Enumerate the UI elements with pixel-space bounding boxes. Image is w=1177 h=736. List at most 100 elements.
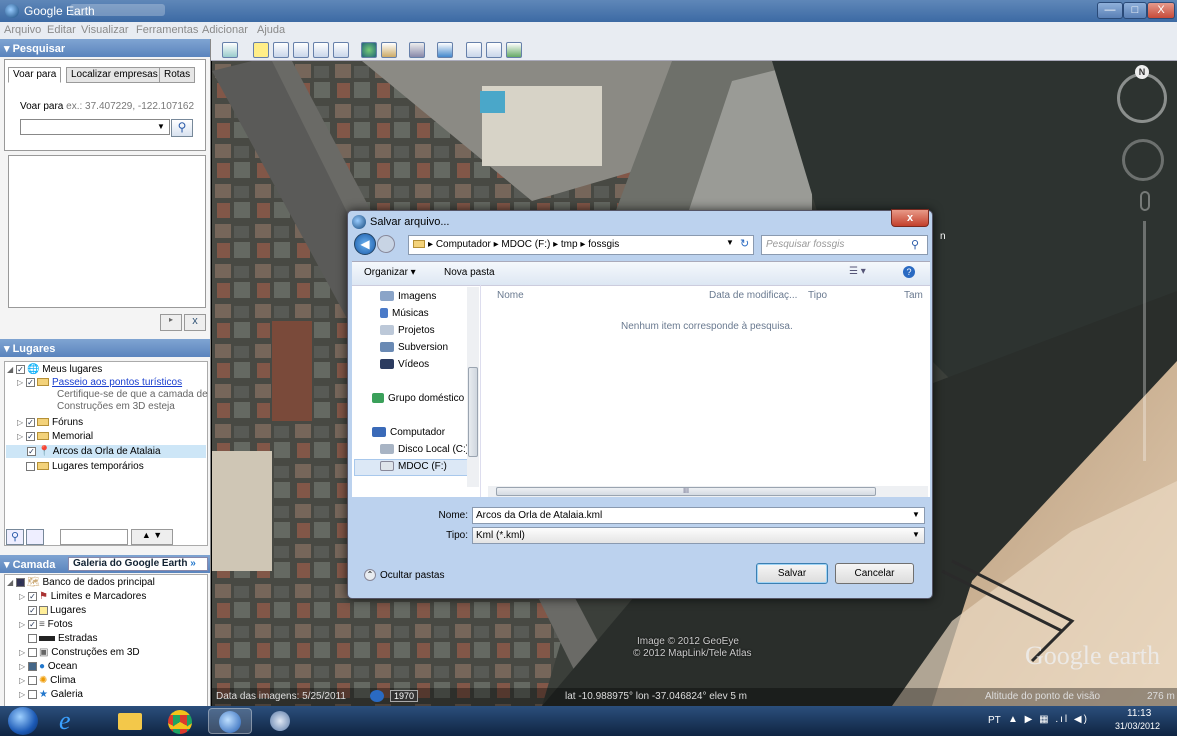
list-item[interactable]: Estradas: [19, 633, 97, 644]
chevron-down-icon[interactable]: ▼: [912, 510, 920, 519]
ie-icon[interactable]: e: [48, 706, 92, 735]
sidebar-toggle-icon[interactable]: [222, 42, 238, 58]
list-item[interactable]: ✓ Lugares: [19, 605, 86, 616]
nav-item[interactable]: Grupo doméstico: [372, 393, 464, 404]
close-button[interactable]: X: [1147, 2, 1175, 19]
zoom-slider[interactable]: [1143, 221, 1146, 461]
tab-localizar-empresas[interactable]: Localizar empresas: [66, 67, 163, 83]
filetype-select[interactable]: Kml (*.kml): [472, 527, 925, 544]
menu-arquivo[interactable]: Arquivo: [4, 24, 41, 36]
places-view-icon[interactable]: [26, 529, 44, 545]
maps-icon[interactable]: [506, 42, 522, 58]
placemark-icon[interactable]: [253, 42, 269, 58]
menu-editar[interactable]: Editar: [47, 24, 76, 36]
compass-ring-icon[interactable]: [1117, 73, 1167, 123]
clock-time[interactable]: 11:13: [1127, 708, 1151, 719]
google-earth-taskbar-icon[interactable]: [208, 708, 252, 734]
nav-item-selected[interactable]: MDOC (F:): [380, 461, 447, 472]
help-icon[interactable]: ?: [903, 266, 915, 278]
organize-button[interactable]: Organizar ▾: [364, 267, 416, 278]
tour-icon[interactable]: [333, 42, 349, 58]
places-header[interactable]: ▾ Lugares: [0, 339, 210, 357]
app-icon[interactable]: [258, 708, 302, 734]
col-type[interactable]: Tipo: [808, 290, 827, 301]
clock-date[interactable]: 31/03/2012: [1115, 721, 1160, 731]
menu-ajuda[interactable]: Ajuda: [257, 24, 285, 36]
back-arrow-icon[interactable]: ◀: [354, 233, 376, 255]
street-view-icon[interactable]: [1140, 191, 1150, 211]
polygon-icon[interactable]: [273, 42, 289, 58]
start-button[interactable]: [8, 707, 38, 735]
nav-item[interactable]: Disco Local (C:): [380, 444, 469, 455]
system-tray[interactable]: ▲ ▶ ▦ .ıl ◀): [1008, 714, 1089, 725]
nav-item[interactable]: Computador: [372, 427, 445, 438]
nav-item[interactable]: Subversion: [380, 342, 448, 353]
cancel-button[interactable]: Cancelar: [835, 563, 914, 584]
col-date[interactable]: Data de modificaç...: [709, 290, 797, 301]
fly-to-input[interactable]: [20, 119, 170, 135]
search-header[interactable]: ▾ Pesquisar: [0, 39, 210, 57]
list-item[interactable]: ▷ ✓ ⚑ Limites e Marcadores: [19, 591, 146, 602]
search-icon[interactable]: ⚲: [911, 238, 919, 251]
tab-rotas[interactable]: Rotas: [159, 67, 196, 83]
col-name[interactable]: Nome: [497, 290, 524, 301]
panel-toggle-icon[interactable]: ▸: [160, 314, 182, 331]
breadcrumb[interactable]: ▸ Computador ▸ MDOC (F:) ▸ tmp ▸ fossgis: [408, 235, 754, 255]
overlay-icon[interactable]: [313, 42, 329, 58]
explorer-icon[interactable]: [108, 708, 152, 734]
look-joystick-icon[interactable]: [1122, 139, 1164, 181]
gallery-button[interactable]: Galeria do Google Earth »: [68, 557, 208, 571]
ruler-icon[interactable]: [437, 42, 453, 58]
places-filter-input[interactable]: [60, 529, 128, 545]
dialog-close-button[interactable]: x: [891, 209, 929, 227]
language-indicator[interactable]: PT: [988, 715, 1001, 726]
chrome-icon[interactable]: [158, 708, 202, 734]
forward-arrow-icon[interactable]: [377, 235, 395, 253]
list-item[interactable]: ▷ ● Ocean: [19, 661, 77, 672]
historical-imagery-icon[interactable]: [361, 42, 377, 58]
refresh-icon[interactable]: ↻: [740, 237, 749, 250]
list-item-selected[interactable]: ✓ 📍 Arcos da Orla de Atalaia: [27, 446, 161, 457]
nav-item[interactable]: Vídeos: [380, 359, 429, 370]
magnifier-icon[interactable]: ⚲: [171, 119, 193, 137]
maximize-button[interactable]: □: [1123, 2, 1147, 19]
list-item[interactable]: ▷ ★ Galeria: [19, 689, 83, 700]
list-item[interactable]: ◢ ✓ 🌐 Meus lugares: [7, 364, 102, 375]
chevron-down-icon[interactable]: ▼: [912, 530, 920, 539]
save-button[interactable]: Salvar: [756, 563, 828, 584]
minimize-button[interactable]: —: [1097, 2, 1123, 19]
x-icon[interactable]: x: [184, 314, 206, 331]
chevron-up-icon[interactable]: ⌃: [364, 569, 376, 581]
hscroll[interactable]: III: [488, 486, 928, 497]
nav-scrollbar[interactable]: [467, 287, 479, 487]
north-icon[interactable]: N: [1135, 65, 1149, 79]
email-icon[interactable]: [466, 42, 482, 58]
menu-visualizar[interactable]: Visualizar: [81, 24, 129, 36]
menu-ferramentas[interactable]: Ferramentas: [136, 24, 198, 36]
history-clock-icon[interactable]: [370, 690, 384, 702]
list-item[interactable]: ▷ ✓ Passeio aos pontos turísticos: [17, 377, 182, 388]
menu-adicionar[interactable]: Adicionar: [202, 24, 248, 36]
planet-icon[interactable]: [409, 42, 425, 58]
list-item[interactable]: ◢ ▪ 🗺 Banco de dados principal: [7, 577, 155, 588]
list-item[interactable]: ▷ ✓ Fóruns: [17, 417, 83, 428]
print-icon[interactable]: [486, 42, 502, 58]
sun-icon[interactable]: [381, 42, 397, 58]
list-item[interactable]: Lugares temporários: [17, 461, 144, 472]
places-search-icon[interactable]: ⚲: [6, 529, 24, 545]
list-item[interactable]: ▷ ▣ Construções em 3D: [19, 647, 140, 658]
folder-search-input[interactable]: Pesquisar fossgis: [761, 235, 928, 255]
breadcrumb-dropdown-icon[interactable]: ▼: [726, 238, 734, 247]
tab-voar-para[interactable]: Voar para: [8, 67, 62, 83]
nav-item[interactable]: Imagens: [380, 291, 436, 302]
nav-item[interactable]: Projetos: [380, 325, 435, 336]
up-down-arrows[interactable]: ▲ ▼: [131, 529, 173, 545]
path-icon[interactable]: [293, 42, 309, 58]
hide-folders-button[interactable]: Ocultar pastas: [380, 570, 444, 581]
view-options-icon[interactable]: ☰ ▾: [849, 266, 866, 277]
list-item[interactable]: ▷ ✺ Clima: [19, 675, 76, 686]
filename-input[interactable]: Arcos da Orla de Atalaia.kml: [472, 507, 925, 524]
window-title-bar[interactable]: Google Earth — □ X: [0, 0, 1177, 22]
col-size[interactable]: Tam: [904, 290, 923, 301]
nav-item[interactable]: Músicas: [380, 308, 429, 319]
